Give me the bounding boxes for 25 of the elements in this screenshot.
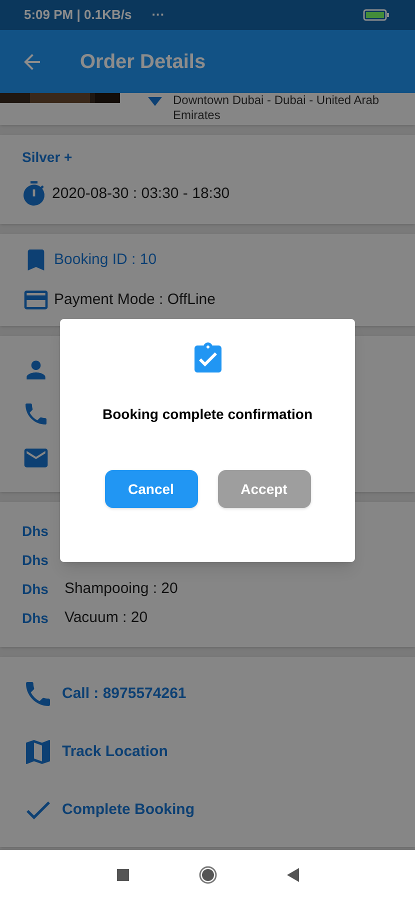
booking-id: Booking ID : 10 xyxy=(54,250,157,270)
dropdown-icon xyxy=(148,97,162,107)
dialog-button[interactable]: Accept xyxy=(218,470,310,508)
action-link[interactable]: Track Location xyxy=(62,740,168,764)
package-name: Silver + xyxy=(22,148,74,167)
dialog-button[interactable]: Cancel xyxy=(104,470,198,508)
back-triangle-icon[interactable] xyxy=(286,868,298,882)
currency-label: Dhs xyxy=(22,550,48,570)
home-icon[interactable] xyxy=(198,866,216,884)
currency-label: Dhs xyxy=(22,608,48,628)
action-link[interactable]: Complete Booking xyxy=(62,798,195,822)
action-link[interactable]: Call : 8975574261 xyxy=(62,682,186,706)
status-time: 5:09 PM | 0.1KB/s xyxy=(24,6,132,24)
battery-icon xyxy=(363,9,391,21)
more-indicator: ··· xyxy=(152,6,165,24)
schedule-text: 2020-08-30 : 03:30 - 18:30 xyxy=(52,184,230,204)
recents-icon[interactable] xyxy=(116,869,128,881)
dialog-message: Booking complete confirmation xyxy=(102,405,312,424)
payment-mode: Payment Mode : OffLine xyxy=(54,290,216,310)
currency-label: Dhs xyxy=(22,580,48,598)
service-price: Vacuum : 20 xyxy=(64,608,148,628)
service-price: Shampooing : 20 xyxy=(64,578,178,599)
page-title: Order Details xyxy=(80,50,206,74)
address-text: Downtown Dubai - Dubai - United Arab Emirates xyxy=(173,93,380,123)
currency-label: Dhs xyxy=(22,522,48,540)
